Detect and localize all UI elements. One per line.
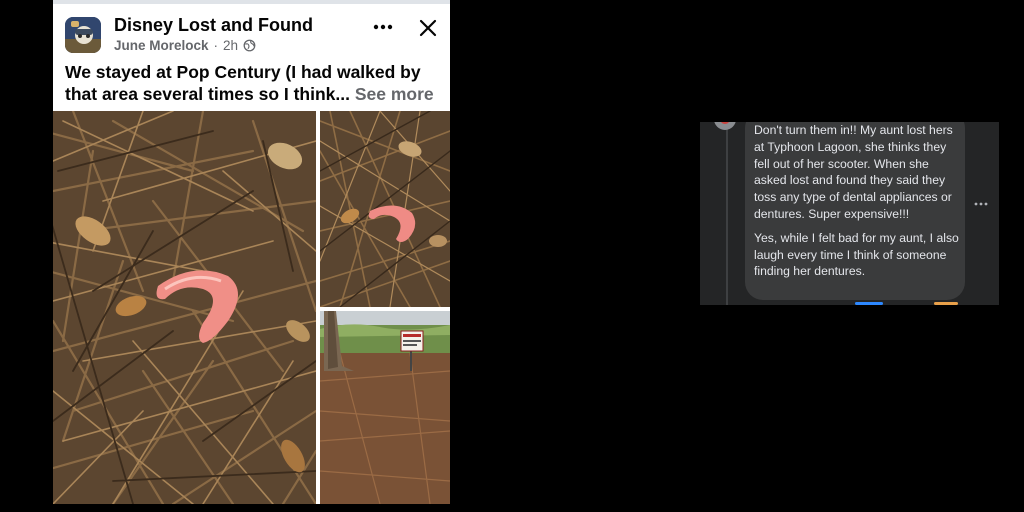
group-name[interactable]: Disney Lost and Found xyxy=(114,15,313,36)
author-name[interactable]: June Morelock xyxy=(114,38,209,53)
commenter-avatar[interactable] xyxy=(714,122,736,130)
post-time[interactable]: 2h xyxy=(223,38,238,53)
card-top-divider xyxy=(53,0,450,4)
reaction-emoji-hint xyxy=(934,302,958,305)
post-photo-3[interactable] xyxy=(320,311,450,504)
retainer-closeup-image xyxy=(53,111,316,504)
thread-line xyxy=(726,122,728,305)
comment-panel: Don't turn them in!! My aunt lost hers a… xyxy=(700,122,999,305)
group-avatar-image xyxy=(65,17,101,53)
tree-and-sign-image xyxy=(320,311,450,504)
group-avatar[interactable] xyxy=(65,17,101,53)
close-icon xyxy=(419,19,437,37)
more-options-button[interactable] xyxy=(371,17,395,37)
comment-paragraph-2: Yes, while I felt bad for my aunt, I als… xyxy=(754,230,959,279)
facebook-post-card: Disney Lost and Found June Morelock · 2h… xyxy=(53,0,450,504)
retainer-wide-image xyxy=(320,111,450,307)
more-horizontal-icon xyxy=(974,202,988,206)
close-button[interactable] xyxy=(416,16,440,40)
post-meta: June Morelock · 2h xyxy=(114,38,256,53)
meta-separator: · xyxy=(213,38,219,53)
comment-options-button[interactable] xyxy=(973,195,989,206)
see-more-link[interactable]: See more xyxy=(355,84,434,104)
post-photo-1[interactable] xyxy=(53,111,316,504)
post-photo-2[interactable] xyxy=(320,111,450,307)
globe-icon xyxy=(243,39,256,52)
comment-paragraph-1: Don't turn them in!! My aunt lost hers a… xyxy=(754,123,953,221)
post-body: We stayed at Pop Century (I had walked b… xyxy=(65,61,440,105)
more-horizontal-icon xyxy=(373,24,393,30)
comment-text: Don't turn them in!! My aunt lost hers a… xyxy=(754,122,959,280)
reaction-indicator xyxy=(855,302,883,305)
